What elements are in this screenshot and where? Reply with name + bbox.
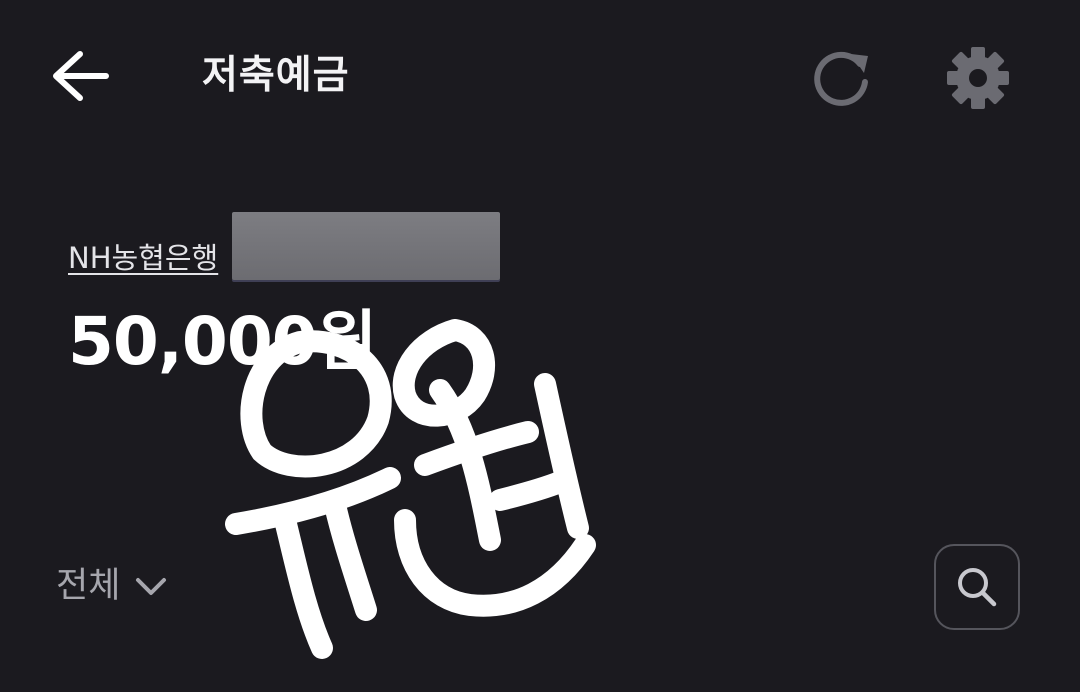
search-button[interactable] [934, 544, 1020, 630]
account-info: NH농협은행 [68, 212, 500, 284]
back-button[interactable] [40, 40, 120, 112]
account-detail-screen: 저축예금 NH농협은행 50,000원 전체 [0, 0, 1080, 692]
filter-selected-label: 전체 [56, 566, 121, 606]
bank-account-link[interactable]: NH농협은행 [68, 238, 218, 278]
refresh-icon [814, 51, 868, 106]
page-title: 저축예금 [202, 53, 350, 98]
account-balance: 50,000원 [68, 303, 377, 380]
gear-icon [947, 47, 1009, 109]
chevron-down-icon [134, 575, 168, 597]
filter-dropdown[interactable]: 전체 [56, 558, 168, 614]
account-number-redaction [232, 212, 500, 280]
refresh-button[interactable] [804, 40, 880, 116]
arrow-left-icon [53, 51, 109, 101]
search-icon [958, 568, 997, 607]
settings-button[interactable] [940, 40, 1016, 116]
